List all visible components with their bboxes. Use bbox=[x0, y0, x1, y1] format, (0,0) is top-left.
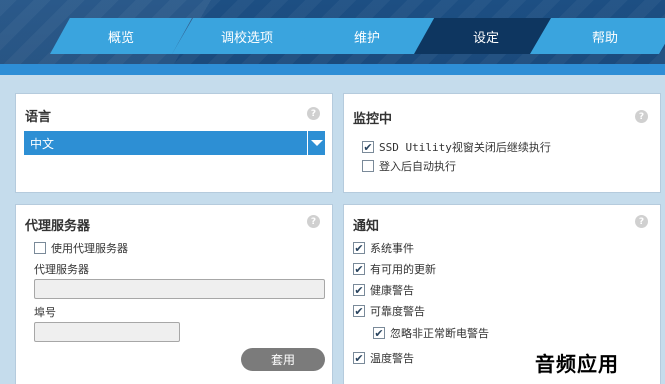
monitor-option-autostart[interactable]: 登入后自动执行 bbox=[362, 158, 456, 174]
notify-option-system-events[interactable]: ✔ 系统事件 bbox=[353, 240, 414, 256]
help-icon[interactable]: ? bbox=[307, 215, 320, 228]
tab-label: 帮助 bbox=[591, 30, 618, 46]
tab-label: 设定 bbox=[472, 30, 499, 46]
checkbox[interactable] bbox=[362, 160, 374, 172]
language-selected-value: 中文 bbox=[30, 136, 55, 151]
proxy-panel: 代理服务器 ? 使用代理服务器 代理服务器 埠号 套用 bbox=[15, 204, 333, 384]
apply-button[interactable]: 套用 bbox=[241, 348, 325, 371]
notify-option-updates[interactable]: ✔ 有可用的更新 bbox=[353, 261, 436, 277]
language-panel: 语言 ? 中文 bbox=[15, 93, 333, 193]
notify-option-reliability[interactable]: ✔ 可靠度警告 bbox=[353, 303, 425, 319]
option-label: 有可用的更新 bbox=[370, 263, 436, 276]
header-accent-strip bbox=[0, 64, 665, 75]
help-icon[interactable]: ? bbox=[635, 215, 648, 228]
option-label: 使用代理服务器 bbox=[51, 242, 128, 255]
monitor-title: 监控中 bbox=[353, 112, 393, 127]
help-icon[interactable]: ? bbox=[307, 107, 320, 120]
option-label: 健康警告 bbox=[370, 284, 414, 297]
option-label: SSD Utility视窗关闭后继续执行 bbox=[379, 141, 551, 154]
notify-option-temperature[interactable]: ✔ 温度警告 bbox=[353, 350, 414, 366]
help-icon[interactable]: ? bbox=[635, 110, 648, 123]
checkbox[interactable]: ✔ bbox=[353, 305, 365, 317]
proxy-title: 代理服务器 bbox=[25, 219, 91, 234]
tab-help[interactable]: 帮助 bbox=[530, 18, 665, 54]
port-label: 埠号 bbox=[34, 306, 56, 319]
notify-option-ignore-power-loss[interactable]: ✔ 忽略非正常断电警告 bbox=[373, 325, 489, 341]
option-label: 系统事件 bbox=[370, 242, 414, 255]
checkbox[interactable]: ✔ bbox=[353, 284, 365, 296]
option-label: 可靠度警告 bbox=[370, 305, 425, 318]
checkbox[interactable]: ✔ bbox=[362, 141, 374, 153]
option-label: 忽略非正常断电警告 bbox=[390, 327, 489, 340]
monitor-option-keep-running[interactable]: ✔ SSD Utility视窗关闭后继续执行 bbox=[362, 139, 551, 155]
tab-label: 概览 bbox=[107, 30, 134, 46]
monitor-panel: 监控中 ? ✔ SSD Utility视窗关闭后继续执行 登入后自动执行 bbox=[343, 93, 661, 193]
watermark: 音频应用 bbox=[533, 348, 621, 377]
language-title: 语言 bbox=[25, 110, 52, 125]
proxy-server-input[interactable] bbox=[34, 279, 325, 299]
checkbox[interactable]: ✔ bbox=[373, 327, 385, 339]
option-label: 温度警告 bbox=[370, 352, 414, 365]
chevron-down-icon[interactable] bbox=[307, 131, 325, 155]
checkbox[interactable]: ✔ bbox=[353, 352, 365, 364]
port-input[interactable] bbox=[34, 322, 180, 342]
proxy-server-label: 代理服务器 bbox=[34, 263, 89, 276]
checkbox[interactable]: ✔ bbox=[353, 242, 365, 254]
use-proxy-option[interactable]: 使用代理服务器 bbox=[34, 240, 128, 256]
checkbox[interactable]: ✔ bbox=[353, 263, 365, 275]
notify-option-health[interactable]: ✔ 健康警告 bbox=[353, 282, 414, 298]
tab-label: 调校选项 bbox=[220, 30, 273, 46]
notify-title: 通知 bbox=[353, 219, 380, 234]
language-select[interactable]: 中文 bbox=[24, 131, 325, 155]
checkbox[interactable] bbox=[34, 242, 46, 254]
tab-overview[interactable]: 概览 bbox=[50, 18, 192, 54]
tab-label: 维护 bbox=[353, 30, 380, 46]
tab-maintenance[interactable]: 维护 bbox=[296, 18, 438, 54]
option-label: 登入后自动执行 bbox=[379, 160, 456, 173]
